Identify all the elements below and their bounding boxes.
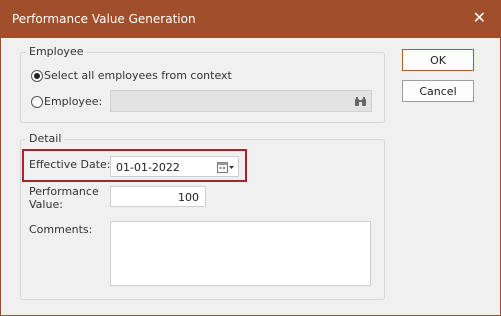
radio-selected-dot	[34, 73, 40, 79]
radio-select-all-label[interactable]: Select all employees from context	[44, 69, 232, 82]
employee-field	[110, 90, 372, 112]
radio-select-all[interactable]	[31, 70, 43, 82]
comments-label: Comments:	[29, 223, 93, 236]
binoculars-icon[interactable]	[355, 96, 366, 107]
title-bar[interactable]: Performance Value Generation ✕	[1, 1, 500, 38]
employee-group	[20, 52, 385, 123]
radio-employee[interactable]	[31, 96, 43, 108]
close-icon[interactable]: ✕	[473, 10, 486, 26]
dialog-window: Performance Value Generation ✕ OK Cancel…	[0, 0, 501, 316]
performance-value-label-line2: Value:	[29, 198, 63, 211]
performance-value-field[interactable]: 100	[110, 186, 206, 207]
detail-group-legend: Detail	[26, 132, 65, 145]
effective-date-highlight	[22, 149, 247, 182]
employee-group-legend: Employee	[26, 45, 87, 58]
radio-employee-label[interactable]: Employee:	[44, 95, 102, 108]
comments-field[interactable]	[110, 221, 371, 286]
performance-value: 100	[178, 191, 199, 204]
cancel-button[interactable]: Cancel	[402, 80, 474, 102]
ok-button[interactable]: OK	[402, 49, 474, 71]
window-title: Performance Value Generation	[12, 12, 196, 26]
performance-value-label-line1: Performance	[29, 185, 99, 198]
